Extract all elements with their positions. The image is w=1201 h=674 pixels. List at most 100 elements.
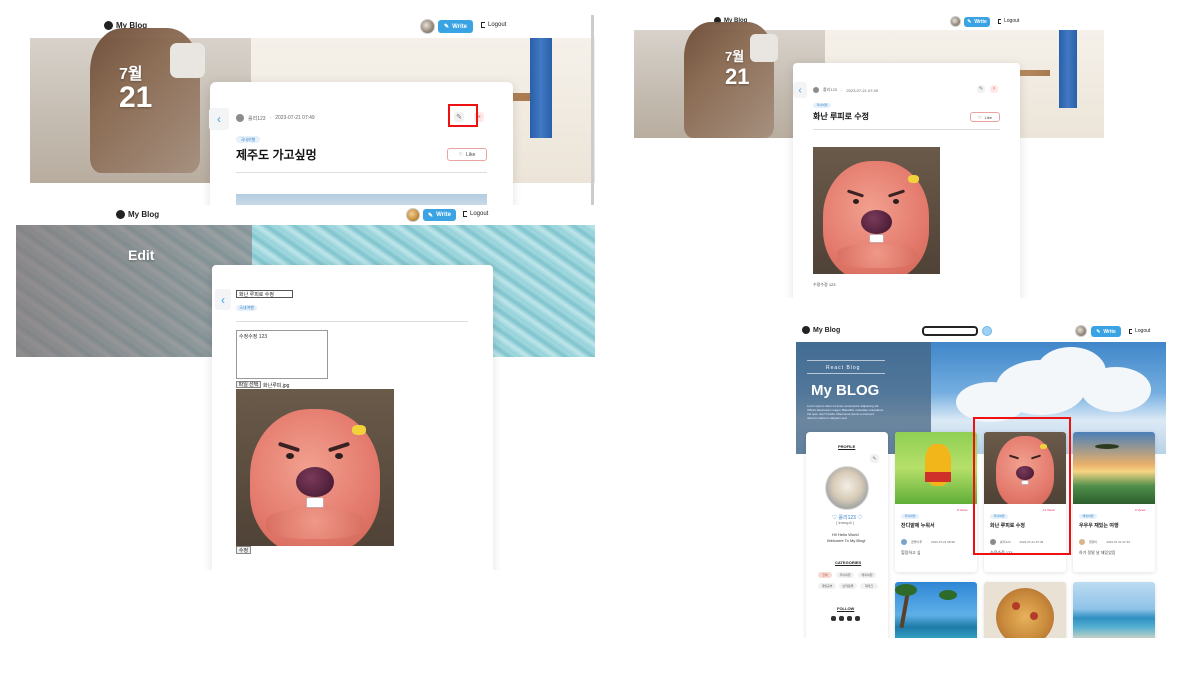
logo[interactable]: My Blog	[116, 210, 159, 219]
github-icon[interactable]	[831, 616, 836, 621]
heart-icon: ♡	[458, 151, 464, 158]
post-title: 화난 루피로 수정	[813, 112, 869, 121]
write-button[interactable]: ✎ Write	[1091, 326, 1121, 337]
post-card[interactable]	[1073, 582, 1155, 638]
logo-icon	[116, 210, 125, 219]
post-category: 해외여행	[1079, 514, 1097, 519]
youtube-icon[interactable]	[839, 616, 844, 621]
category-chip-pets[interactable]: 반려동물	[839, 583, 857, 589]
post-card[interactable]	[895, 582, 977, 638]
category-chip-dev[interactable]: 개발공부	[818, 583, 836, 589]
post-excerpt: 힐링하고 싶	[901, 550, 921, 555]
logout-button[interactable]: Logout	[481, 22, 506, 28]
hero-subtitle: React Blog	[826, 365, 861, 371]
post-card[interactable]: 국내여행 0 Views 잔디밭에 누워서 곰돌이푸 · 2023-07-21 …	[895, 432, 977, 572]
chevron-left-icon: ‹	[798, 84, 802, 96]
post-views: 0 Views	[1135, 508, 1146, 512]
post-meta: 행행이 · 2023-07-21 07:34	[1079, 539, 1130, 545]
post-image	[813, 147, 940, 274]
search-input[interactable]	[922, 326, 978, 336]
post-card: ‹ 롤리123 · 2023-07-21 07:49 ✎ × 국내여행 화난 루…	[793, 63, 1020, 298]
post-category: 국내여행	[901, 514, 919, 519]
mail-icon[interactable]	[855, 616, 860, 621]
logout-button[interactable]: Logout	[998, 18, 1019, 24]
author-avatar	[236, 114, 244, 122]
post-title: 우우우 재밌는 여행	[1079, 523, 1119, 529]
submit-button[interactable]: 수정	[236, 546, 251, 554]
logo-icon	[802, 326, 810, 334]
content-textarea[interactable]	[236, 330, 328, 379]
greeting-1: Hi! Hello World	[832, 532, 859, 537]
post-card[interactable]: 해외여행 0 Views 우우우 재밌는 여행 행행이 · 2023-07-21…	[1073, 432, 1155, 572]
logout-button[interactable]: Logout	[463, 211, 488, 217]
write-button[interactable]: ✎ Write	[438, 20, 473, 33]
hero-day: 21	[119, 81, 153, 114]
back-button[interactable]: ‹	[209, 108, 229, 130]
gear-icon: ✎	[872, 455, 877, 462]
edit-icon: ✎	[978, 86, 984, 92]
post-views: 0 Views	[957, 508, 968, 512]
write-button[interactable]: ✎ Write	[423, 209, 456, 221]
like-button[interactable]: ♡ Like	[447, 148, 487, 161]
title-input[interactable]	[236, 290, 293, 298]
hero-title: My BLOG	[811, 382, 880, 399]
post-thumbnail	[984, 582, 1066, 638]
category-chip-finance[interactable]: 재테크	[860, 583, 878, 589]
logout-icon	[463, 211, 467, 217]
pencil-icon: ✎	[1096, 328, 1101, 335]
updated-post-panel: My Blog ✎ Write Logout 7월 21 ‹ 롤리123 · 20…	[634, 12, 1104, 298]
instagram-icon[interactable]	[847, 616, 852, 621]
home-panel: My Blog ✎ Write Logout React Blog My BLOG…	[796, 320, 1166, 638]
post-thumbnail	[1073, 432, 1155, 504]
file-name: 화난루피.jpg	[263, 383, 290, 389]
user-avatar[interactable]	[420, 19, 435, 34]
post-thumbnail	[1073, 582, 1155, 638]
back-button[interactable]: ‹	[793, 82, 807, 98]
file-select-button[interactable]: 파일 선택	[236, 381, 261, 388]
trash-icon: ×	[992, 86, 996, 92]
post-thumbnail	[895, 432, 977, 504]
logout-icon	[998, 18, 1001, 24]
post-meta: 롤리123 · 2023-07-21 07:49	[236, 114, 315, 122]
follow-label: FOLLOW	[837, 606, 855, 611]
category-chip-domestic[interactable]: 국내여행	[836, 572, 854, 578]
like-button[interactable]: ♡ Like	[970, 112, 1000, 122]
user-avatar[interactable]	[406, 208, 420, 222]
pencil-icon: ✎	[444, 24, 450, 30]
category-tag[interactable]: 국내여행	[236, 305, 257, 311]
delete-button[interactable]: ×	[990, 85, 998, 93]
write-button[interactable]: ✎ Write	[964, 17, 990, 27]
category-chip-overseas[interactable]: 해외여행	[858, 572, 876, 578]
profile-label: PROFILE	[838, 444, 856, 449]
greeting-2: Welcome To My Blog!	[827, 538, 866, 543]
profile-avatar	[825, 466, 869, 510]
logout-button[interactable]: Logout	[1129, 328, 1150, 334]
hero-day: 21	[725, 64, 750, 89]
logo-icon	[104, 21, 113, 30]
highlight-updated-post	[973, 417, 1071, 555]
category-chip-all[interactable]: 전체	[818, 572, 832, 578]
uploaded-image	[236, 389, 394, 546]
post-excerpt: 하기 정말 날 재밌었음	[1079, 550, 1116, 555]
hero-month: 7월	[725, 49, 745, 64]
back-button[interactable]: ‹	[215, 289, 231, 310]
category-tag: 국내여행	[236, 136, 260, 143]
post-title: 제주도 가고싶멍	[236, 148, 317, 162]
user-avatar[interactable]	[1075, 325, 1087, 337]
highlight-edit	[448, 104, 478, 127]
edit-panel: My Blog ✎Write Logout Edit ‹ 국내여행 파일 선택 …	[16, 205, 595, 570]
chevron-left-icon: ‹	[221, 292, 225, 307]
post-detail-panel: My Blog ✎ Write Logout 7월 21 ‹ 롤리123 · 20…	[30, 15, 595, 206]
edit-profile-button[interactable]: ✎	[870, 454, 879, 463]
search-icon[interactable]	[982, 326, 992, 336]
user-avatar[interactable]	[950, 16, 961, 27]
edit-card: ‹ 국내여행 파일 선택 화난루피.jpg 수정	[212, 265, 493, 570]
post-content: 수정수정 123	[813, 282, 836, 287]
post-card[interactable]	[984, 582, 1066, 638]
logo[interactable]: My Blog	[802, 326, 840, 334]
edit-heading: Edit	[128, 247, 155, 263]
profile-id: ( tnmup4 )	[836, 520, 855, 525]
hero-text: Lorem ipsum dolor sit amet consectetur a…	[807, 404, 885, 420]
edit-button[interactable]: ✎	[977, 85, 985, 93]
post-title: 잔디밭에 누워서	[901, 523, 935, 529]
